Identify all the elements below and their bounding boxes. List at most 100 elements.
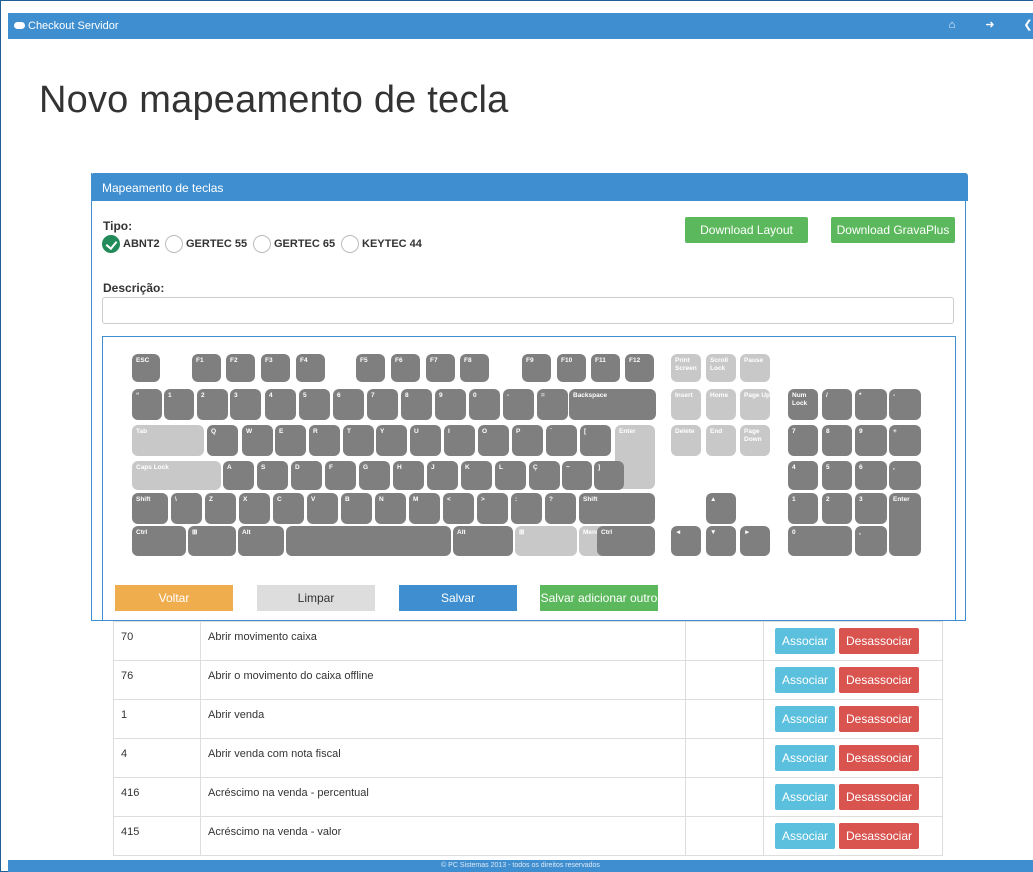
desassociar-button[interactable]: Desassociar xyxy=(839,667,919,693)
radio-keytec44[interactable]: KEYTEC 44 xyxy=(341,235,422,253)
desassociar-button[interactable]: Desassociar xyxy=(839,706,919,732)
key[interactable]: - xyxy=(503,389,534,420)
key[interactable]: G xyxy=(359,461,390,490)
desassociar-button[interactable]: Desassociar xyxy=(839,628,919,654)
key[interactable]: Alt xyxy=(453,526,513,556)
home-icon[interactable]: ⌂ xyxy=(946,19,958,31)
key[interactable]: F1 xyxy=(192,354,221,382)
key[interactable]: 0 xyxy=(469,389,500,420)
associar-button[interactable]: Associar xyxy=(775,667,835,693)
key[interactable]: 5 xyxy=(822,461,852,490)
key[interactable]: ⊞ xyxy=(188,526,236,556)
radio-abnt2[interactable]: ABNT2 xyxy=(102,235,160,253)
key[interactable]: W xyxy=(242,425,273,456)
key[interactable]: F3 xyxy=(261,354,290,382)
key[interactable]: 0 xyxy=(788,526,852,556)
key[interactable]: 4 xyxy=(265,389,296,420)
key[interactable]: , xyxy=(855,526,887,556)
associar-button[interactable]: Associar xyxy=(775,784,835,810)
key[interactable]: Delete xyxy=(671,425,701,456)
download-gravaplus-button[interactable]: Download GravaPlus xyxy=(831,217,955,243)
key[interactable]: 2 xyxy=(822,493,852,524)
key[interactable]: F2 xyxy=(226,354,255,382)
associar-button[interactable]: Associar xyxy=(775,745,835,771)
key[interactable]: Num Lock xyxy=(788,389,818,420)
key[interactable]: T xyxy=(343,425,374,456)
key[interactable]: ▼ xyxy=(706,526,736,556)
key[interactable]: 1 xyxy=(164,389,194,420)
key[interactable]: F xyxy=(325,461,356,490)
key[interactable]: 3 xyxy=(230,389,261,420)
key[interactable]: = xyxy=(537,389,568,420)
key[interactable]: “ xyxy=(132,389,162,420)
back-icon[interactable]: ❮ xyxy=(1022,19,1033,31)
key[interactable]: R xyxy=(309,425,340,456)
key[interactable]: D xyxy=(291,461,322,490)
key[interactable]: Home xyxy=(706,389,736,420)
key[interactable]: S xyxy=(257,461,288,490)
key[interactable]: V xyxy=(307,493,338,524)
associar-button[interactable]: Associar xyxy=(775,706,835,732)
key[interactable]: I xyxy=(444,425,475,456)
associar-button[interactable]: Associar xyxy=(775,823,835,849)
key[interactable]: F6 xyxy=(391,354,420,382)
key[interactable]: ´ xyxy=(546,425,577,456)
key[interactable]: 6 xyxy=(333,389,364,420)
key[interactable]: 2 xyxy=(197,389,228,420)
key[interactable]: : xyxy=(511,493,542,524)
key[interactable]: N xyxy=(375,493,406,524)
key[interactable]: 8 xyxy=(401,389,432,420)
key[interactable]: 9 xyxy=(435,389,466,420)
key[interactable]: , xyxy=(889,461,921,490)
brand-link[interactable]: Checkout Servidor xyxy=(14,20,119,32)
key[interactable]: End xyxy=(706,425,736,456)
salvar-button[interactable]: Salvar xyxy=(399,585,517,611)
key[interactable]: ◄ xyxy=(671,526,701,556)
key[interactable]: Enter xyxy=(889,493,921,556)
key[interactable]: X xyxy=(239,493,270,524)
key[interactable]: Alt xyxy=(238,526,284,556)
associar-button[interactable]: Associar xyxy=(775,628,835,654)
key[interactable]: B xyxy=(341,493,372,524)
key[interactable]: ? xyxy=(545,493,576,524)
key[interactable]: ~ xyxy=(562,461,592,490)
key[interactable]: 9 xyxy=(855,425,887,456)
key[interactable]: F7 xyxy=(426,354,455,382)
key[interactable]: ▲ xyxy=(706,493,736,524)
radio-gertec65[interactable]: GERTEC 65 xyxy=(253,235,335,253)
radio-gertec55[interactable]: GERTEC 55 xyxy=(165,235,247,253)
key[interactable]: 1 xyxy=(788,493,818,524)
key[interactable]: F10 xyxy=(557,354,586,382)
key[interactable]: ] xyxy=(594,461,624,490)
desassociar-button[interactable]: Desassociar xyxy=(839,745,919,771)
key[interactable]: 7 xyxy=(788,425,818,456)
key[interactable]: Backspace xyxy=(569,389,656,420)
key[interactable]: Shift xyxy=(579,493,655,524)
key[interactable]: Y xyxy=(376,425,407,456)
desassociar-button[interactable]: Desassociar xyxy=(839,823,919,849)
key[interactable]: ⊞ xyxy=(515,526,577,556)
key[interactable]: O xyxy=(478,425,509,456)
key[interactable]: 7 xyxy=(367,389,398,420)
key[interactable]: Pause xyxy=(740,354,770,382)
key[interactable]: Tab xyxy=(132,425,204,456)
key[interactable]: Print Screen xyxy=(671,354,701,382)
desassociar-button[interactable]: Desassociar xyxy=(839,784,919,810)
key[interactable]: A xyxy=(223,461,254,490)
key[interactable]: Scroll Lock xyxy=(706,354,736,382)
key[interactable]: [ xyxy=(580,425,611,456)
key[interactable]: Ctrl xyxy=(132,526,186,556)
key[interactable]: L xyxy=(495,461,526,490)
key[interactable]: Ctrl xyxy=(597,526,655,556)
key[interactable]: J xyxy=(427,461,458,490)
key[interactable]: E xyxy=(275,425,306,456)
key[interactable]: 3 xyxy=(855,493,887,524)
key[interactable]: P xyxy=(512,425,543,456)
key[interactable]: 8 xyxy=(822,425,852,456)
key[interactable]: + xyxy=(889,425,921,456)
key[interactable]: Shift xyxy=(132,493,168,524)
key[interactable]: ESC xyxy=(132,354,160,382)
key[interactable]: F11 xyxy=(591,354,620,382)
key[interactable]: F8 xyxy=(460,354,489,382)
voltar-button[interactable]: Voltar xyxy=(115,585,233,611)
